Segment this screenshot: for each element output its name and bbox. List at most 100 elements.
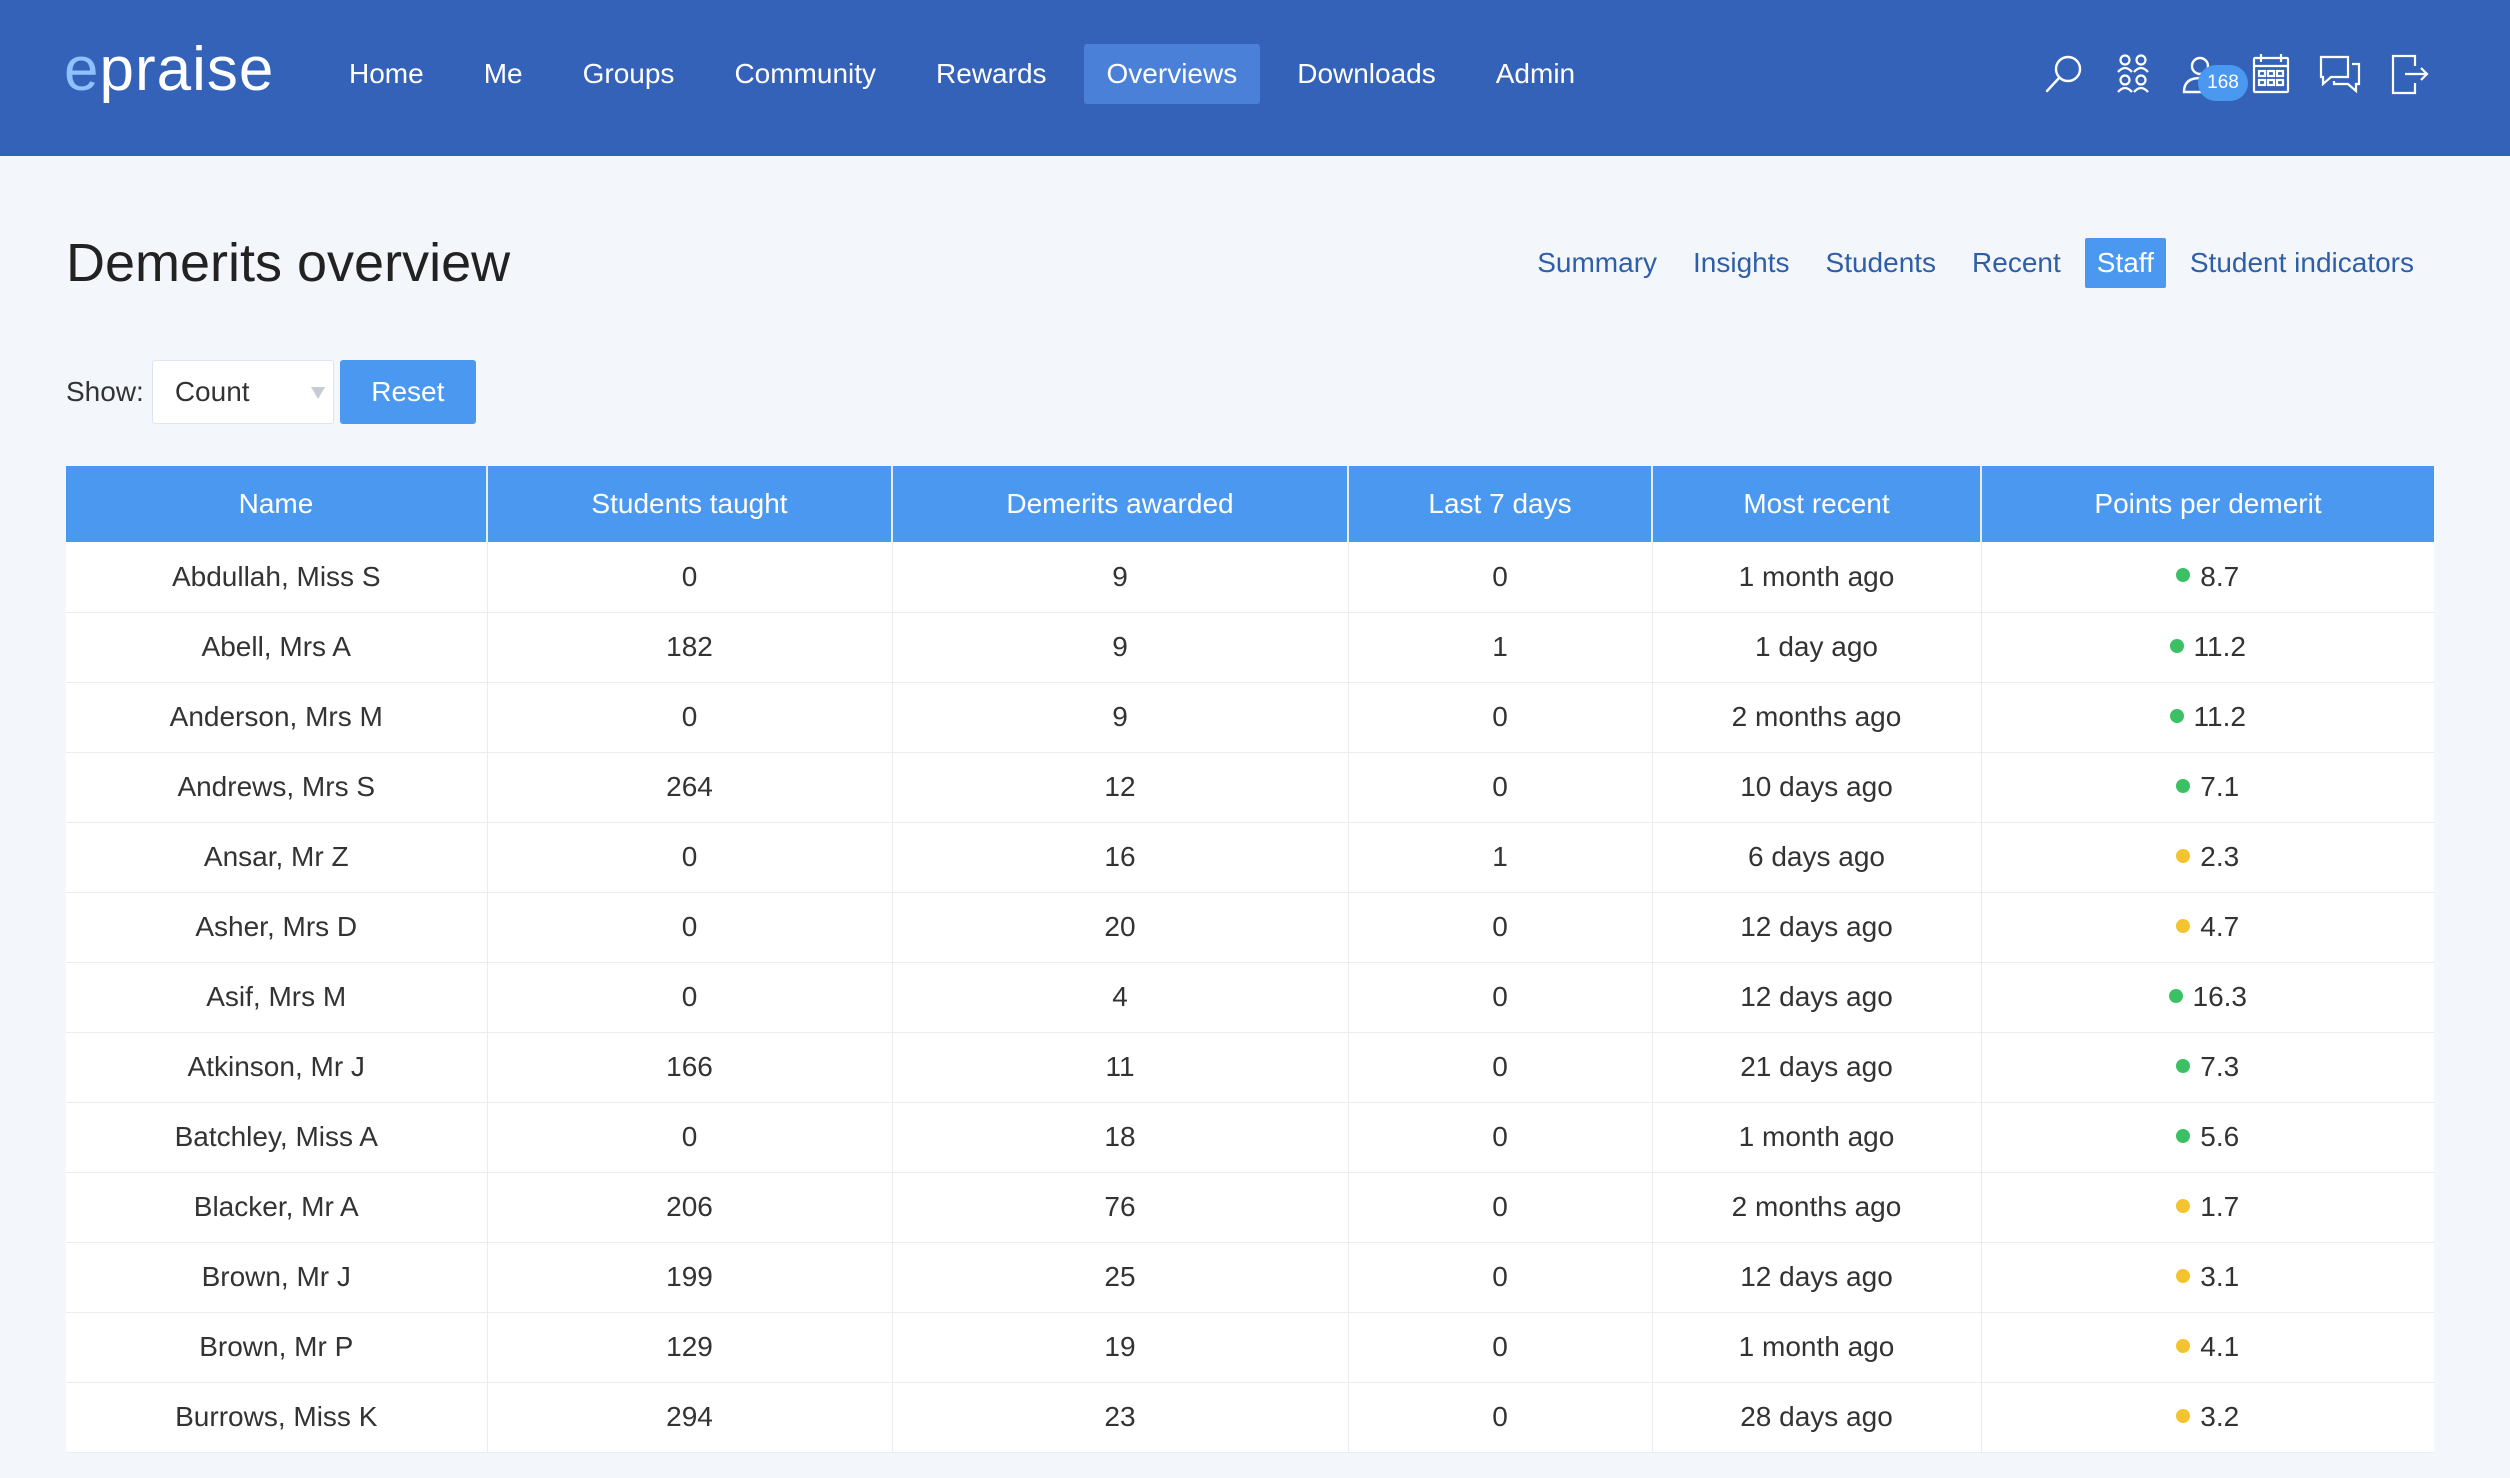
logout-button[interactable]: [2375, 44, 2443, 104]
calendar-icon: [2252, 54, 2290, 94]
students-taught-cell: 0: [487, 962, 893, 1033]
last-7-days-cell: 0: [1348, 962, 1653, 1033]
last-7-days-cell: 0: [1348, 1102, 1653, 1173]
staff-name-link[interactable]: Abell, Mrs A: [66, 612, 488, 683]
students-taught-cell: 0: [487, 682, 893, 753]
nav-item-overviews[interactable]: Overviews: [1083, 44, 1261, 104]
most-recent-cell: 2 months ago: [1652, 682, 1982, 753]
staff-name-link[interactable]: Asif, Mrs M: [66, 962, 488, 1033]
show-filter: Show: Count Reset: [66, 360, 476, 424]
points-per-demerit-cell: 1.7: [1981, 1172, 2434, 1243]
column-header-name[interactable]: Name: [66, 466, 488, 542]
status-dot-icon: [2176, 1198, 2191, 1213]
groups-button[interactable]: [2099, 44, 2167, 104]
table-row: Anderson, Mrs M0902 months ago 11.2: [66, 682, 2434, 753]
status-dot-icon: [2176, 1128, 2191, 1143]
show-select[interactable]: Count: [151, 360, 334, 424]
staff-name-link[interactable]: Andrews, Mrs S: [66, 752, 488, 823]
search-button[interactable]: [2030, 44, 2098, 104]
points-per-demerit-value: 1.7: [2200, 1191, 2240, 1222]
students-taught-cell: 129: [487, 1312, 893, 1383]
students-taught-cell: 182: [487, 612, 893, 683]
points-per-demerit-value: 16.3: [2192, 981, 2248, 1012]
tab-summary[interactable]: Summary: [1525, 238, 1669, 288]
most-recent-cell: 6 days ago: [1652, 822, 1982, 893]
nav-item-community[interactable]: Community: [711, 44, 899, 104]
points-per-demerit-cell: 5.6: [1981, 1102, 2434, 1173]
nav-item-groups[interactable]: Groups: [560, 44, 698, 104]
staff-name-link[interactable]: Anderson, Mrs M: [66, 682, 488, 753]
demerits-awarded-cell: 16: [892, 822, 1349, 893]
demerits-awarded-cell: 9: [892, 542, 1349, 613]
points-per-demerit-value: 8.7: [2200, 560, 2240, 592]
messages-button[interactable]: [2306, 44, 2374, 104]
students-taught-cell: 206: [487, 1172, 893, 1243]
main-nav: Home Me Groups Community Rewards Overviews Dow…: [326, 44, 1612, 104]
column-header-students-taught[interactable]: Students taught: [487, 466, 893, 542]
last-7-days-cell: 1: [1348, 822, 1653, 893]
staff-name-link[interactable]: Burrows, Miss K: [66, 1382, 488, 1453]
points-per-demerit-cell: 16.3: [1981, 962, 2434, 1033]
points-per-demerit-cell: 4.1: [1981, 1312, 2434, 1383]
nav-item-downloads[interactable]: Downloads: [1274, 44, 1459, 104]
students-taught-cell: 0: [487, 822, 893, 893]
most-recent-cell: 12 days ago: [1652, 962, 1982, 1033]
points-per-demerit-value: 7.3: [2200, 1051, 2240, 1082]
points-per-demerit-cell: 2.3: [1981, 822, 2434, 893]
tab-insights[interactable]: Insights: [1681, 238, 1802, 288]
column-header-last-7-days[interactable]: Last 7 days: [1348, 466, 1653, 542]
nav-item-home[interactable]: Home: [326, 44, 447, 104]
show-label: Show:: [66, 376, 144, 407]
column-header-most-recent[interactable]: Most recent: [1652, 466, 1982, 542]
notification-count-badge: 168: [2198, 65, 2248, 101]
staff-name-link[interactable]: Blacker, Mr A: [66, 1172, 488, 1243]
students-taught-cell: 0: [487, 1102, 893, 1173]
demerits-awarded-cell: 9: [892, 682, 1349, 753]
table-row: Brown, Mr J 199 25 0 12 days ago 3.1: [66, 1242, 2434, 1313]
most-recent-cell: 12 days ago: [1652, 1242, 1982, 1313]
most-recent-cell: 1 month ago: [1652, 1102, 1982, 1173]
students-taught-cell: 0: [487, 892, 893, 963]
epraise-logo[interactable]: epraise: [64, 34, 274, 105]
most-recent-cell: 10 days ago: [1652, 752, 1982, 823]
table-row: Brown, Mr P 129 19 0 1 month ago 4.1: [66, 1312, 2434, 1383]
nav-item-me[interactable]: Me: [461, 44, 546, 104]
tab-recent[interactable]: Recent: [1960, 238, 2073, 288]
staff-name-link[interactable]: Atkinson, Mr J: [66, 1032, 488, 1103]
last-7-days-cell: 0: [1348, 1172, 1653, 1243]
calendar-button[interactable]: [2237, 44, 2305, 104]
status-dot-icon: [2176, 568, 2191, 583]
points-per-demerit-cell: 11.2: [1981, 682, 2434, 753]
most-recent-cell: 12 days ago: [1652, 892, 1982, 963]
tab-students[interactable]: Students: [1814, 238, 1949, 288]
points-per-demerit-cell: 8.7: [1981, 542, 2434, 613]
last-7-days-cell: 0: [1348, 1242, 1653, 1313]
tab-staff[interactable]: Staff: [2084, 238, 2166, 288]
reset-button[interactable]: Reset: [339, 360, 476, 424]
table-row: Asif, Mrs M 0 4 0 12 days ago 16.3: [66, 962, 2434, 1033]
groups-icon: [2117, 54, 2149, 93]
column-header-points-per-demerit[interactable]: Points per demerit: [1981, 466, 2434, 542]
most-recent-cell: 28 days ago: [1652, 1382, 1982, 1453]
nav-item-admin[interactable]: Admin: [1473, 44, 1598, 104]
nav-item-rewards[interactable]: Rewards: [913, 44, 1069, 104]
points-per-demerit-value: 3.2: [2200, 1401, 2240, 1432]
demerits-awarded-cell: 9: [892, 612, 1349, 683]
staff-name-link[interactable]: Asher, Mrs D: [66, 892, 488, 963]
status-dot-icon: [2176, 1338, 2191, 1353]
students-taught-cell: 0: [487, 542, 893, 613]
staff-name-link[interactable]: Ansar, Mr Z: [66, 822, 488, 893]
demerits-awarded-cell: 19: [892, 1312, 1349, 1383]
page-title: Demerits overview: [66, 233, 511, 293]
staff-name-link[interactable]: Batchley, Miss A: [66, 1102, 488, 1173]
status-dot-icon: [2176, 1268, 2191, 1283]
students-taught-cell: 199: [487, 1242, 893, 1313]
tab-student-indicators[interactable]: Student indicators: [2178, 238, 2426, 288]
students-taught-cell: 264: [487, 752, 893, 823]
table-row: Batchley, Miss A 0 18 0 1 month ago 5.6: [66, 1102, 2434, 1173]
column-header-demerits-awarded[interactable]: Demerits awarded: [892, 466, 1349, 542]
staff-name-link[interactable]: Brown, Mr J: [66, 1242, 488, 1313]
demerits-awarded-cell: 11: [892, 1032, 1349, 1103]
staff-name-link[interactable]: Abdullah, Miss S: [66, 542, 488, 613]
staff-name-link[interactable]: Brown, Mr P: [66, 1312, 488, 1383]
